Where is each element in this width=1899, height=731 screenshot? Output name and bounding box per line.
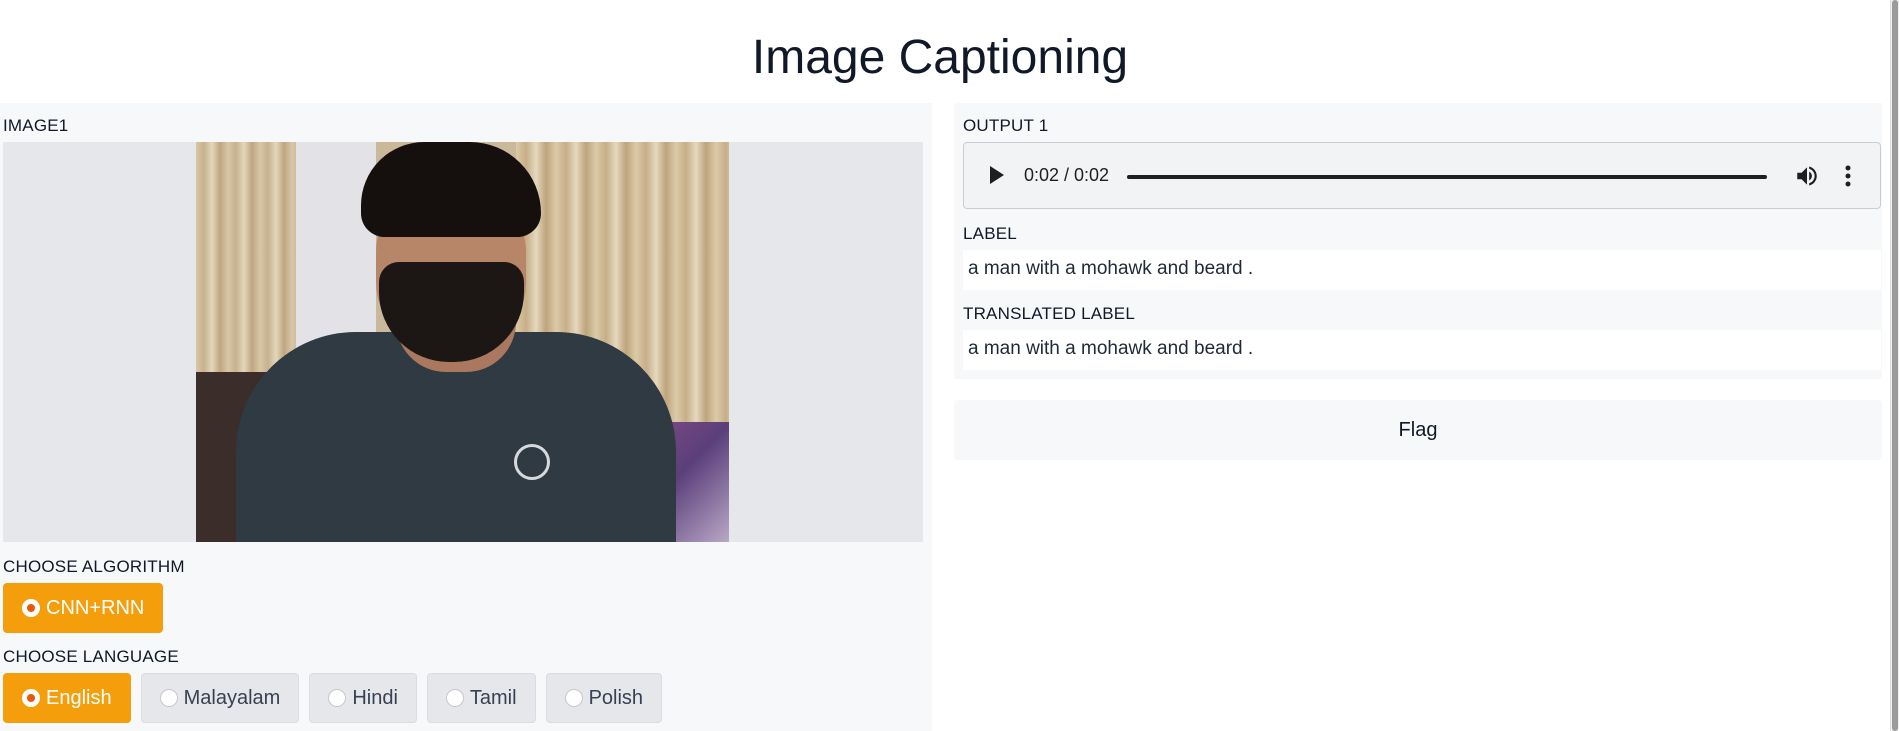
radio-polish[interactable]: Polish [545, 673, 663, 723]
scrollbar[interactable] [1890, 0, 1899, 731]
radio-english[interactable]: English [3, 673, 131, 723]
radio-option-label: Polish [588, 686, 644, 709]
algorithm-radio-group: CNN+RNN [3, 583, 164, 633]
radio-dot-icon [564, 689, 583, 707]
language-label: CHOOSE LANGUAGE [3, 647, 179, 666]
radio-cnn-rnn[interactable]: CNN+RNN [3, 583, 164, 633]
audio-output-label: OUTPUT 1 [963, 116, 1049, 135]
radio-dot-icon [22, 599, 40, 617]
radio-malayalam[interactable]: Malayalam [140, 673, 300, 723]
caption-label: LABEL [963, 224, 1017, 243]
radio-dot-icon [445, 689, 464, 707]
radio-option-label: CNN+RNN [46, 596, 145, 619]
caption-textbox[interactable]: a man with a mohawk and beard . [963, 250, 1881, 290]
image-input[interactable] [3, 142, 923, 542]
radio-option-label: Tamil [469, 686, 517, 709]
translated-textbox[interactable]: a man with a mohawk and beard . [963, 330, 1881, 370]
radio-dot-icon [159, 689, 178, 707]
uploaded-photo [196, 142, 729, 542]
audio-progress-bar[interactable] [1127, 175, 1767, 179]
radio-option-label: Hindi [352, 686, 398, 709]
radio-option-label: English [46, 686, 112, 709]
radio-option-label: Malayalam [183, 686, 281, 709]
radio-tamil[interactable]: Tamil [426, 673, 536, 723]
audio-player[interactable]: 0:02 / 0:02 [963, 142, 1881, 209]
radio-dot-icon [328, 689, 347, 707]
image-label: IMAGE1 [3, 116, 69, 135]
language-radio-group: English Malayalam Hindi Tamil Polish [3, 673, 663, 723]
algorithm-label: CHOOSE ALGORITHM [3, 557, 185, 576]
play-icon[interactable] [990, 166, 1004, 184]
page-title: Image Captioning [751, 31, 1129, 84]
flag-button[interactable]: Flag [954, 400, 1882, 460]
translated-label: TRANSLATED LABEL [963, 304, 1135, 323]
scrollbar-thumb[interactable] [1892, 0, 1898, 731]
audio-time: 0:02 / 0:02 [1024, 165, 1110, 185]
more-options-icon[interactable] [1844, 163, 1852, 189]
radio-dot-icon [22, 689, 40, 707]
radio-hindi[interactable]: Hindi [309, 673, 417, 723]
volume-icon[interactable] [1794, 163, 1820, 189]
